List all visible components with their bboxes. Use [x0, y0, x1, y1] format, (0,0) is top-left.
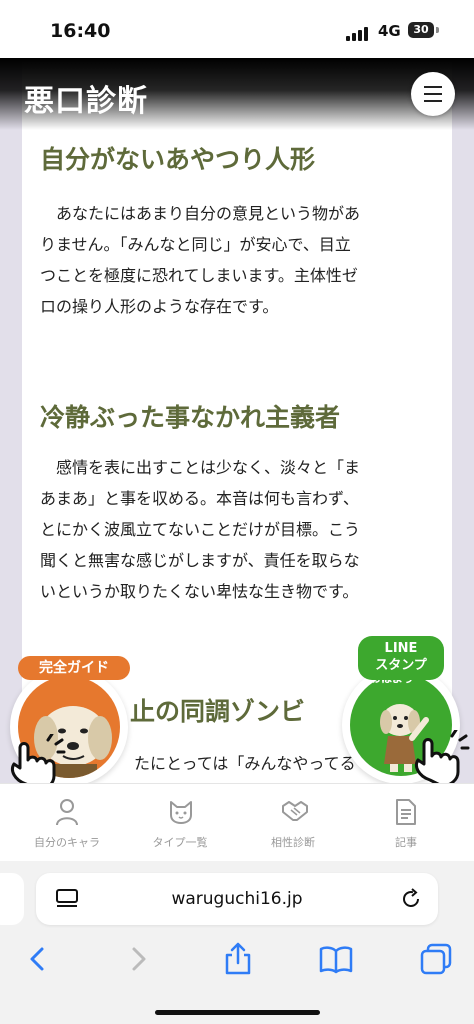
forward-icon[interactable]: [120, 941, 156, 977]
tab-label: 記事: [395, 836, 417, 849]
cat-icon: [170, 801, 192, 824]
menu-button[interactable]: [411, 72, 455, 116]
site-logo[interactable]: 悪口診断: [24, 76, 148, 120]
tap-hand-icon: [415, 730, 470, 786]
tabs-icon[interactable]: [418, 941, 454, 977]
tab-type-list[interactable]: タイプ一覧: [121, 784, 239, 862]
section-title: 自分がないあやつり人形: [40, 145, 316, 174]
text-line: 聞くと無害な感じがしますが、責任を取らな: [40, 551, 360, 570]
section-title: 冷静ぶった事なかれ主義者: [40, 403, 341, 432]
share-icon[interactable]: [220, 941, 256, 977]
tab-articles[interactable]: 記事: [347, 784, 465, 862]
back-icon[interactable]: [20, 941, 56, 977]
text-line: ロの操り人形のような存在です。: [40, 297, 279, 316]
text-line: あまあ」と事を収める。本音は何も言わず、: [40, 489, 359, 508]
section-title: 止の同調ゾンビ: [130, 697, 306, 726]
text-line: りません。「みんなと同じ」が安心で、目立: [40, 235, 351, 254]
battery-icon: 30: [408, 22, 434, 38]
section-text: 感情を表に出すことは少なく、淡々と「ま あまあ」と事を収める。本音は何も言わず、…: [40, 452, 435, 607]
text-line: つことを極度に恐れてしまいます。主体性ゼ: [40, 266, 358, 285]
signal-icon: [346, 25, 372, 41]
text-line: いというか取りたくない卑怯な生き物です。: [40, 582, 359, 601]
browser-toolbar: waruguchi16.jp: [0, 861, 474, 1024]
tab-compatibility[interactable]: 相性診断: [234, 784, 352, 862]
status-bar: 16:40 4G 30: [0, 0, 474, 58]
address-bar[interactable]: waruguchi16.jp: [36, 873, 438, 925]
tab-label: 自分のキャラ: [34, 836, 100, 849]
bookmarks-icon[interactable]: [318, 941, 354, 977]
guide-label: 完全ガイド: [18, 656, 130, 680]
line-stamp-label: LINE スタンプ: [358, 636, 444, 680]
tab-label: 相性診断: [271, 836, 315, 849]
document-icon: [396, 799, 416, 825]
line-stamp-float-button[interactable]: おはよう LINE スタンプ: [340, 636, 470, 786]
network-type: 4G: [378, 22, 401, 40]
text-line: あなたにはあまり自分の意見という物があ: [40, 204, 361, 223]
tab-label: タイプ一覧: [152, 836, 208, 849]
status-time: 16:40: [50, 20, 111, 42]
person-icon: [56, 799, 78, 826]
home-indicator: [155, 1010, 320, 1015]
section-text: あなたにはあまり自分の意見という物があ りません。「みんなと同じ」が安心で、目立…: [40, 198, 435, 322]
text-line: とにかく波風立てないことだけが目標。こう: [40, 520, 361, 539]
text-line: 感情を表に出すことは少なく、淡々と「ま: [40, 458, 361, 477]
tap-hand-icon: [11, 734, 66, 790]
battery-tip: [436, 27, 439, 33]
handshake-icon: [282, 801, 308, 821]
guide-float-button[interactable]: 完全ガイド: [8, 656, 132, 790]
line-label: LINE: [384, 641, 418, 656]
url-text: waruguchi16.jp: [171, 889, 303, 909]
previous-tab-card[interactable]: [0, 873, 24, 925]
tab-my-character[interactable]: 自分のキャラ: [8, 784, 126, 862]
stamp-label: スタンプ: [375, 658, 427, 673]
reload-icon[interactable]: [400, 888, 422, 910]
bottom-tab-bar: 自分のキャラ タイプ一覧 相性診断 記事: [0, 783, 474, 862]
